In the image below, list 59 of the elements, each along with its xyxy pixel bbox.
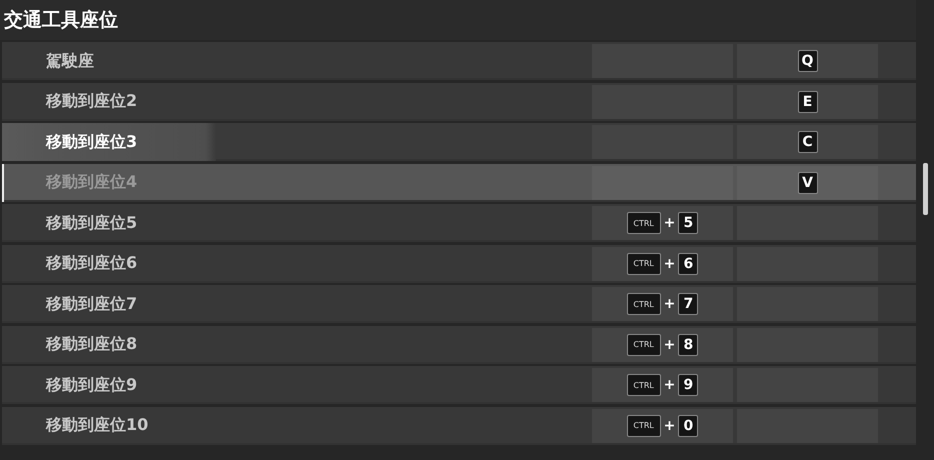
keybinding-row[interactable]: 移動到座位10 CTRL + 0: [2, 406, 916, 444]
key-cap: 0: [678, 414, 698, 436]
keybinding-row[interactable]: 移動到座位4 V: [2, 164, 916, 202]
keybinding-row[interactable]: 移動到座位6 CTRL + 6: [2, 244, 916, 282]
modifier-key: CTRL: [626, 334, 661, 356]
keybinding-row[interactable]: 移動到座位7 CTRL + 7: [2, 285, 916, 323]
key-cap: 7: [678, 293, 698, 315]
key-cap: 8: [678, 334, 698, 356]
binding-slot[interactable]: V: [737, 166, 878, 200]
binding-slot[interactable]: [737, 408, 878, 442]
scrollbar-thumb[interactable]: [923, 163, 928, 215]
key-cap: 6: [678, 252, 698, 274]
key-cap: 9: [678, 374, 698, 396]
plus-sign: +: [664, 215, 676, 231]
keybinding-row[interactable]: 移動到座位5 CTRL + 5: [2, 204, 916, 242]
binding-slot[interactable]: [737, 246, 878, 280]
binding-slot[interactable]: Q: [737, 44, 878, 78]
section-title: 交通工具座位: [4, 8, 118, 33]
key-cap: C: [798, 131, 818, 153]
binding-slot[interactable]: CTRL + 0: [592, 408, 733, 442]
binding-slot[interactable]: E: [737, 84, 878, 118]
action-label: 移動到座位2: [46, 91, 138, 112]
modifier-key: CTRL: [626, 374, 661, 396]
plus-sign: +: [664, 296, 676, 312]
key-cap: E: [798, 90, 818, 112]
binding-slot[interactable]: [737, 328, 878, 362]
action-label: 移動到座位4: [46, 172, 138, 193]
modifier-key: CTRL: [626, 252, 661, 274]
action-label: 移動到座位9: [46, 374, 138, 396]
keybinding-row[interactable]: 移動到座位8 CTRL + 8: [2, 326, 916, 364]
key-cap: V: [798, 172, 818, 194]
action-label: 移動到座位5: [46, 212, 138, 234]
plus-sign: +: [664, 256, 676, 272]
action-label: 移動到座位3: [46, 132, 138, 152]
action-label: 駕駛座: [46, 50, 95, 72]
keybinding-row[interactable]: 移動到座位9 CTRL + 9: [2, 366, 916, 404]
modifier-key: CTRL: [626, 414, 661, 436]
plus-sign: +: [664, 418, 676, 434]
plus-sign: +: [664, 336, 676, 352]
keybinding-row[interactable]: 駕駛座 Q: [2, 42, 916, 80]
key-cap: 5: [678, 212, 698, 234]
keybinding-row[interactable]: 移動到座位2 E: [2, 82, 916, 120]
key-cap: Q: [798, 50, 818, 72]
modifier-key: CTRL: [626, 293, 661, 315]
keybinding-row[interactable]: 移動到座位3 C: [2, 123, 916, 161]
binding-slot[interactable]: [592, 84, 733, 118]
binding-slot[interactable]: CTRL + 5: [592, 206, 733, 240]
binding-slot[interactable]: [592, 166, 733, 200]
modifier-key: CTRL: [626, 212, 661, 234]
action-label: 移動到座位7: [46, 294, 138, 314]
binding-slot[interactable]: CTRL + 9: [592, 368, 733, 402]
action-label: 移動到座位8: [46, 334, 138, 355]
binding-slot[interactable]: C: [737, 125, 878, 159]
plus-sign: +: [664, 377, 676, 393]
binding-slot[interactable]: CTRL + 8: [592, 328, 733, 362]
action-label: 移動到座位10: [46, 415, 150, 436]
action-label: 移動到座位6: [46, 253, 138, 274]
binding-slot[interactable]: CTRL + 6: [592, 246, 733, 280]
binding-slot[interactable]: CTRL + 7: [592, 287, 733, 321]
